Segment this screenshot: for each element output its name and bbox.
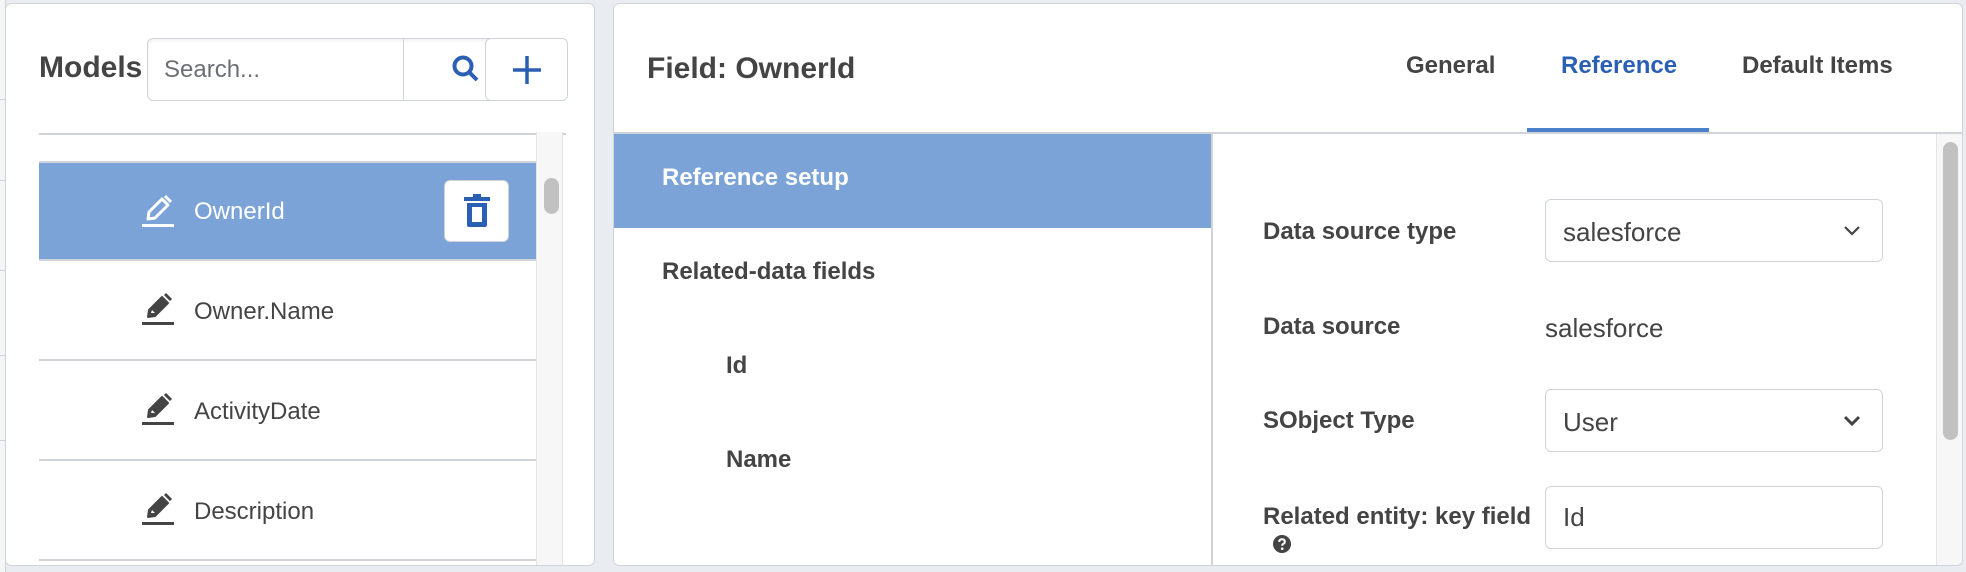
search-icon: [452, 55, 478, 81]
chevron-down-icon: [1844, 226, 1860, 236]
add-field-button[interactable]: [485, 38, 568, 101]
question-circle-icon[interactable]: [1273, 535, 1291, 553]
select-value: salesforce: [1563, 217, 1682, 247]
side-item-related-data-fields[interactable]: Related-data fields: [614, 228, 1211, 322]
tab-default-items[interactable]: Default Items: [1742, 52, 1893, 80]
field-item-activitydate[interactable]: ActivityDate: [39, 361, 536, 461]
scrollbar-thumb[interactable]: [544, 178, 559, 214]
sobject-type-select[interactable]: User: [1545, 389, 1883, 452]
data-source-type-label: Data source type: [1263, 218, 1457, 245]
list-divider: [39, 133, 566, 135]
delete-field-button[interactable]: [444, 180, 509, 242]
side-item-label: Name: [726, 446, 792, 473]
tab-general[interactable]: General: [1406, 52, 1495, 80]
field-list: OwnerId Owner.Name ActivityDate Descript…: [39, 161, 536, 561]
plus-icon: [512, 55, 541, 84]
scrollbar-thumb[interactable]: [1943, 142, 1958, 440]
field-item-label: OwnerId: [194, 198, 285, 225]
side-item-id[interactable]: Id: [614, 322, 1211, 416]
side-item-label: Id: [726, 352, 748, 379]
chevron-down-icon: [1843, 415, 1861, 427]
reference-form: Data source type salesforce Data source …: [1215, 134, 1935, 565]
side-item-label: Related-data fields: [662, 258, 876, 285]
field-item-label: Description: [194, 498, 315, 525]
tab-reference[interactable]: Reference: [1561, 52, 1677, 80]
pencil-icon: [142, 194, 174, 227]
models-title: Models: [39, 51, 143, 84]
tab-bar: General Reference Default Items: [614, 4, 1962, 132]
key-field-input[interactable]: [1545, 486, 1883, 549]
side-item-name[interactable]: Name: [614, 416, 1211, 510]
field-item-description[interactable]: Description: [39, 461, 536, 561]
field-item-ownerid[interactable]: OwnerId: [39, 161, 536, 261]
field-item-label: Owner.Name: [194, 298, 335, 325]
select-value: User: [1563, 407, 1618, 437]
side-item-reference-setup[interactable]: Reference setup: [614, 134, 1211, 228]
side-item-label: Reference setup: [662, 164, 849, 191]
models-panel: Models OwnerId: [5, 3, 595, 566]
trash-icon: [463, 194, 490, 227]
field-item-label: ActivityDate: [194, 398, 321, 425]
pencil-icon: [142, 292, 174, 325]
field-item-owner-name[interactable]: Owner.Name: [39, 261, 536, 361]
field-panel: Field: OwnerId General Reference Default…: [613, 3, 1963, 566]
field-list-scrollbar[interactable]: [536, 132, 563, 565]
reference-side-menu: Reference setup Related-data fields Id N…: [614, 134, 1213, 565]
form-scrollbar[interactable]: [1936, 134, 1962, 565]
pencil-icon: [142, 392, 174, 425]
data-source-value: salesforce: [1545, 313, 1664, 343]
data-source-label: Data source: [1263, 313, 1401, 340]
key-field-label: Related entity: key field: [1263, 503, 1532, 530]
data-source-type-select[interactable]: salesforce: [1545, 199, 1883, 262]
search-group: [147, 38, 530, 101]
sobject-type-label: SObject Type: [1263, 407, 1415, 434]
pencil-icon: [142, 492, 174, 525]
search-input[interactable]: [148, 39, 404, 100]
